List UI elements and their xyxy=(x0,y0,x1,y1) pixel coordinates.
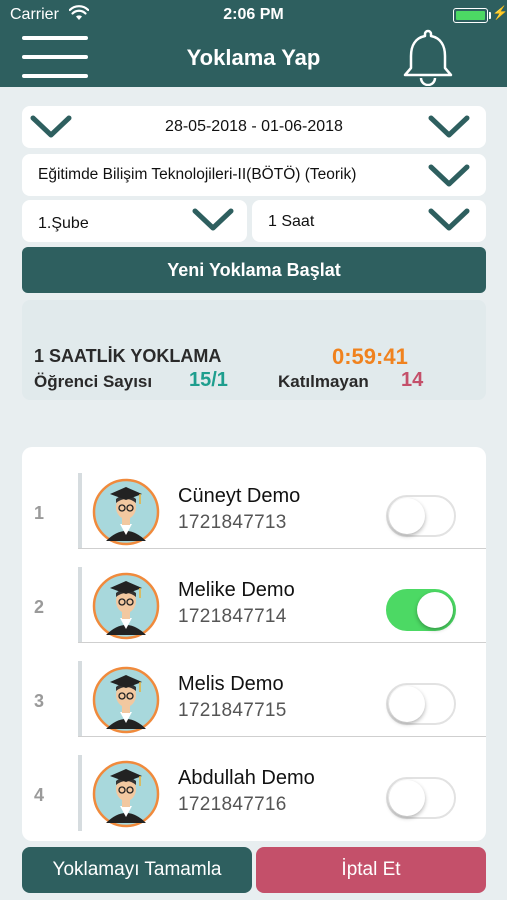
attendance-toggle[interactable] xyxy=(386,589,456,631)
date-range-select[interactable]: 28-05-2018 - 01-06-2018 xyxy=(22,106,486,148)
section-select[interactable]: 1.Şube xyxy=(22,200,247,242)
cancel-button[interactable]: İptal Et xyxy=(256,847,486,893)
chevron-down-icon xyxy=(428,164,470,187)
course-value: Eğitimde Bilişim Teknolojileri-II(BÖTÖ) … xyxy=(38,166,357,183)
section-value: 1.Şube xyxy=(38,215,89,232)
row-index: 1 xyxy=(34,503,45,523)
row-index: 3 xyxy=(34,691,45,711)
charging-icon: ⚡ xyxy=(492,5,507,20)
student-count-value: 15/1 xyxy=(189,369,228,391)
complete-attendance-button[interactable]: Yoklamayı Tamamla xyxy=(22,847,252,893)
hours-value: 1 Saat xyxy=(268,213,315,230)
list-item: 4 Abdullah Demo 1721847716 xyxy=(22,737,486,831)
navigation-bar: Carrier 2:06 PM ⚡ Yoklama Yap xyxy=(0,0,507,87)
row-divider xyxy=(78,567,82,643)
student-number: 1721847713 xyxy=(178,512,287,533)
toggle-knob xyxy=(389,686,425,722)
summary-title: 1 SAATLİK YOKLAMA xyxy=(34,346,222,366)
student-name: Melis Demo xyxy=(178,673,284,695)
chevron-down-icon xyxy=(428,115,470,138)
start-attendance-button[interactable]: Yeni Yoklama Başlat xyxy=(22,247,486,293)
absent-value: 14 xyxy=(401,369,424,391)
toggle-knob xyxy=(389,498,425,534)
clock: 2:06 PM xyxy=(223,6,284,23)
student-number: 1721847714 xyxy=(178,606,287,627)
list-item: 3 Melis Demo 1721847715 xyxy=(22,643,486,737)
hours-select[interactable]: 1 Saat xyxy=(252,200,486,242)
list-item: 1 Cüneyt Demo 1721847713 xyxy=(22,455,486,549)
avatar xyxy=(92,478,160,546)
absent-label: Katılmayan xyxy=(278,372,369,391)
bell-icon[interactable] xyxy=(400,28,456,86)
row-index: 2 xyxy=(34,597,45,617)
battery-tip xyxy=(489,12,491,19)
list-item: 2 Melike Demo 1721847714 xyxy=(22,549,486,643)
chevron-down-icon xyxy=(192,208,234,231)
student-name: Abdullah Demo xyxy=(178,767,315,789)
toggle-knob xyxy=(389,780,425,816)
student-list: 1 Cüneyt Demo 1721847713 2 Melike Demo 1… xyxy=(22,447,486,841)
attendance-summary: 1 SAATLİK YOKLAMA 0:59:41 Öğrenci Sayısı… xyxy=(22,300,486,400)
student-name: Melike Demo xyxy=(178,579,295,601)
avatar xyxy=(92,572,160,640)
attendance-toggle[interactable] xyxy=(386,683,456,725)
timer: 0:59:41 xyxy=(332,344,408,369)
battery-icon xyxy=(453,8,488,23)
avatar xyxy=(92,760,160,828)
student-name: Cüneyt Demo xyxy=(178,485,301,507)
row-divider xyxy=(78,473,82,549)
row-divider xyxy=(78,755,82,831)
student-number: 1721847715 xyxy=(178,700,287,721)
attendance-toggle[interactable] xyxy=(386,777,456,819)
toggle-knob xyxy=(417,592,453,628)
row-divider xyxy=(78,661,82,737)
status-bar: Carrier 2:06 PM ⚡ xyxy=(0,0,507,30)
student-number: 1721847716 xyxy=(178,794,287,815)
course-select[interactable]: Eğitimde Bilişim Teknolojileri-II(BÖTÖ) … xyxy=(22,154,486,196)
attendance-toggle[interactable] xyxy=(386,495,456,537)
avatar xyxy=(92,666,160,734)
row-index: 4 xyxy=(34,785,45,805)
student-count-label: Öğrenci Sayısı xyxy=(34,372,153,391)
chevron-down-icon xyxy=(428,208,470,231)
date-range-value: 28-05-2018 - 01-06-2018 xyxy=(165,118,343,135)
